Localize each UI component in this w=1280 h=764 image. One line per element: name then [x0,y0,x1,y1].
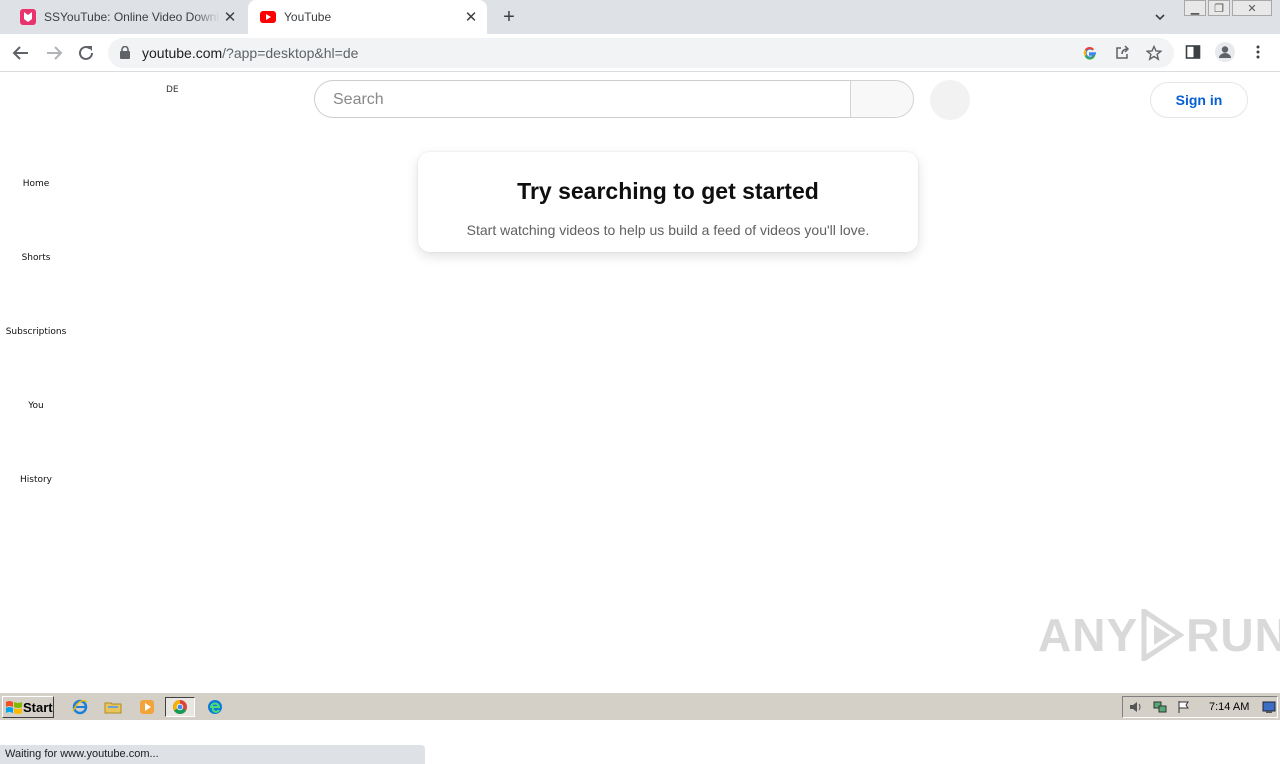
restore-icon[interactable]: ❐ [1208,0,1230,16]
guide-item-home[interactable]: Home [0,179,72,189]
guide-item-you[interactable]: You [0,401,72,411]
start-button[interactable]: Start [2,696,54,718]
chevron-down-icon[interactable] [1152,9,1168,25]
country-code: DE [166,85,179,95]
new-tab-button[interactable]: + [498,6,520,28]
status-bar: Waiting for www.youtube.com... [0,745,425,764]
card-title: Try searching to get started [517,178,819,204]
tab-title: SSYouTube: Online Video Downloader [44,10,220,24]
watermark-right: RUN [1186,609,1280,661]
minimize-icon[interactable]: ▁ [1184,0,1206,16]
address-bar[interactable]: youtube.com/?app=desktop&hl=de [108,38,1174,68]
side-panel-icon[interactable] [1183,42,1203,62]
guide-item-history[interactable]: History [0,475,72,485]
forward-arrow-icon[interactable] [43,42,65,64]
network-icon[interactable] [1153,700,1167,714]
google-icon[interactable] [1082,45,1098,61]
empty-feed-card: Try searching to get started Start watch… [418,152,918,252]
url-text: youtube.com/?app=desktop&hl=de [142,45,358,61]
start-label: Start [23,699,53,715]
close-tab-icon[interactable]: ✕ [461,7,481,27]
browser-toolbar: youtube.com/?app=desktop&hl=de [0,34,1280,72]
voice-search-button[interactable] [930,80,970,120]
back-arrow-icon[interactable] [10,42,32,64]
reload-icon[interactable] [75,42,97,64]
card-body: Start watching videos to help us build a… [466,222,870,238]
tab-strip: SSYouTube: Online Video Downloader ✕ You… [0,0,1280,34]
watermark-left: ANY [1038,609,1139,661]
tab-title: YouTube [284,10,332,24]
bookmark-star-icon[interactable] [1146,45,1162,61]
guide-item-subscriptions[interactable]: Subscriptions [0,327,72,337]
volume-icon[interactable] [1129,700,1143,714]
youtube-page: DE Sign in Home Shorts Subscriptions You… [0,72,1280,764]
clock[interactable]: 7:14 AM [1209,701,1249,713]
action-center-flag-icon[interactable] [1177,700,1191,714]
sign-in-button[interactable]: Sign in [1150,82,1248,118]
file-explorer-icon[interactable] [102,697,124,717]
system-tray: 7:14 AM [1122,696,1278,718]
lock-icon[interactable] [120,45,130,64]
anyrun-watermark: ANY RUN [1038,608,1280,662]
search-box[interactable] [314,80,850,118]
internet-explorer-icon[interactable] [69,697,91,717]
windows-taskbar: Start 7:14 AM [0,692,1280,720]
profile-avatar-icon[interactable] [1215,42,1235,62]
windows-logo-icon [6,701,22,714]
play-logo-icon [1141,609,1185,661]
close-tab-icon[interactable]: ✕ [220,7,240,27]
show-desktop-icon[interactable] [1262,700,1276,714]
more-options-icon[interactable] [1248,42,1268,62]
ssyoutube-favicon-icon [20,9,36,25]
url-host: youtube.com [142,45,223,61]
edge-icon[interactable] [204,697,226,717]
url-path: /?app=desktop&hl=de [222,45,359,61]
guide-item-shorts[interactable]: Shorts [0,253,72,263]
share-icon[interactable] [1114,45,1130,61]
close-window-icon[interactable]: ✕ [1232,0,1272,16]
youtube-favicon-icon [260,9,276,25]
tab-youtube[interactable]: YouTube ✕ [248,0,487,34]
search-input[interactable] [331,90,835,110]
media-player-icon[interactable] [136,697,158,717]
search-button[interactable] [850,80,914,118]
tab-ssyoutube[interactable]: SSYouTube: Online Video Downloader ✕ [8,0,246,34]
chrome-taskbar-icon[interactable] [165,697,195,717]
